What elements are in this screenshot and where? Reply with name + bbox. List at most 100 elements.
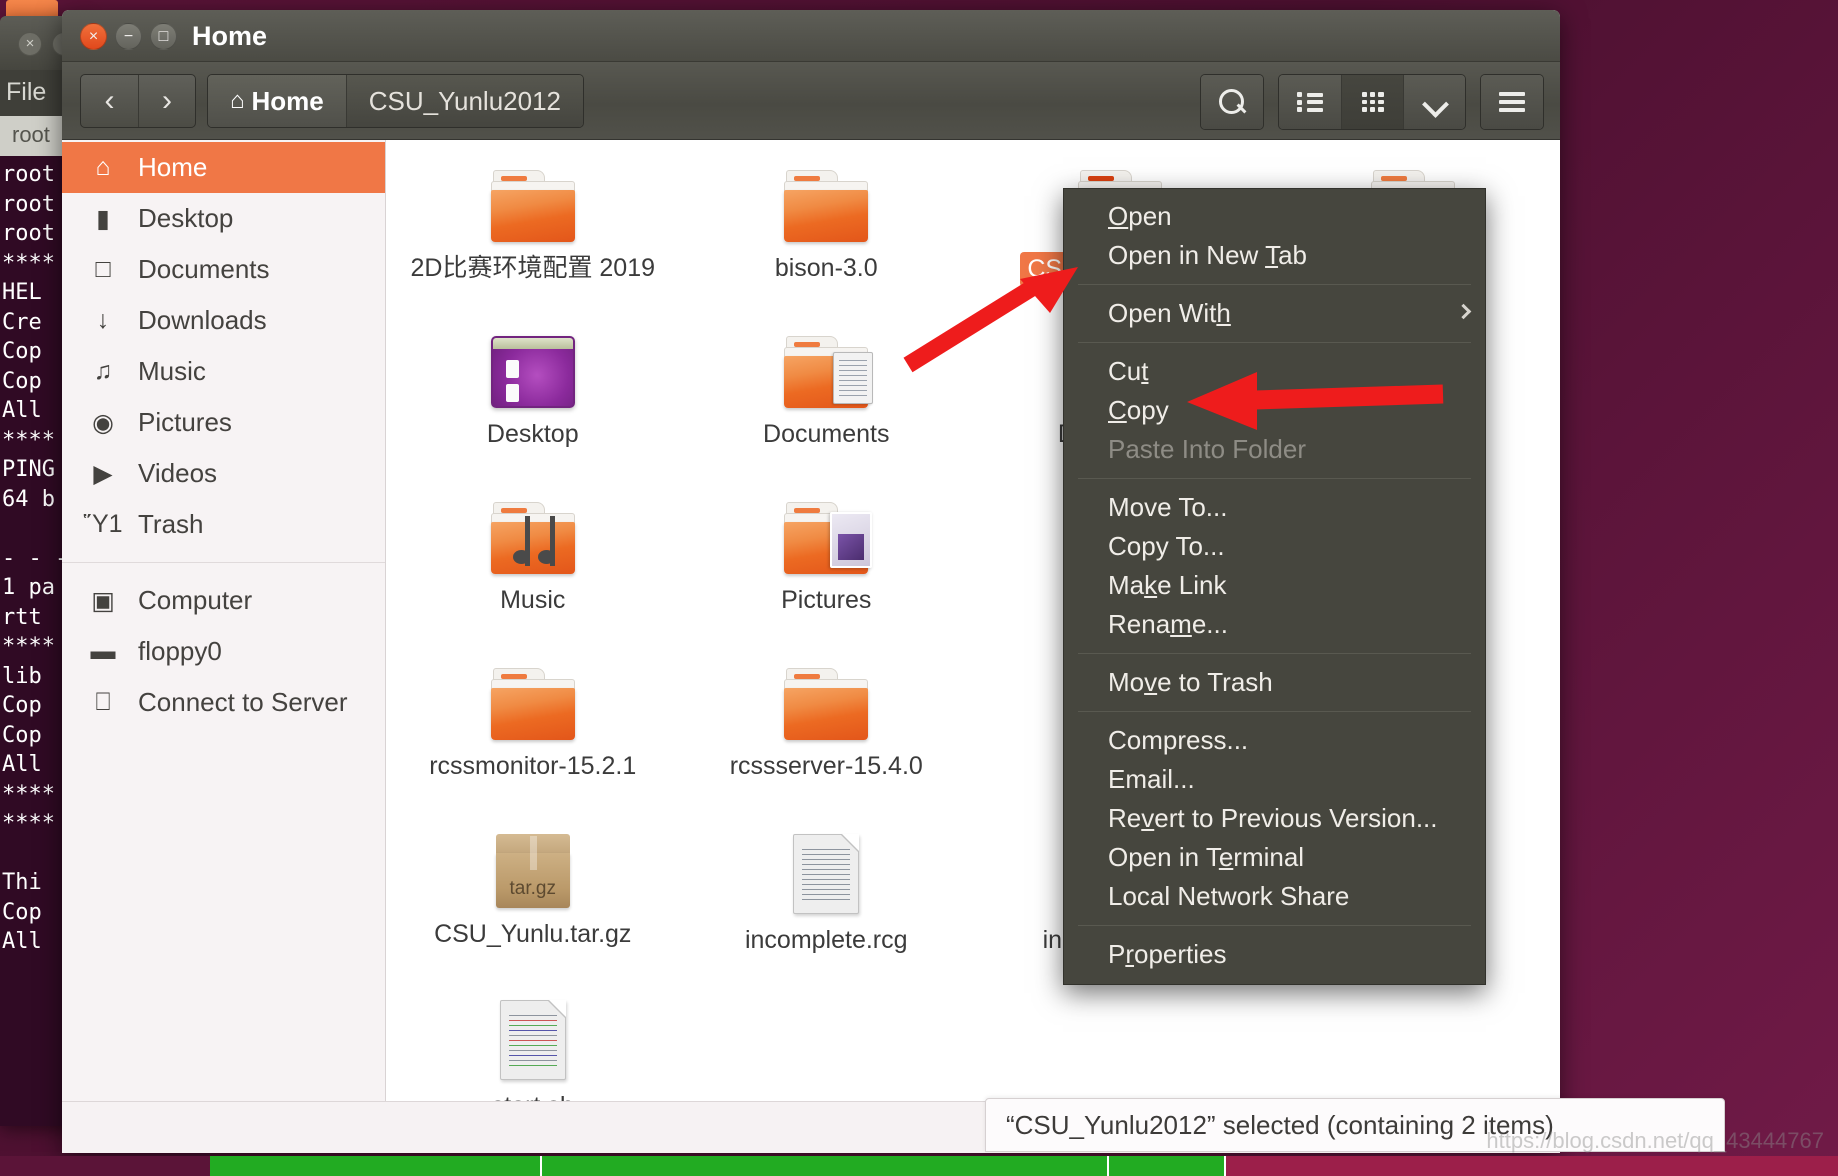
file-item[interactable]: Documents: [680, 328, 974, 480]
sidebar-item-label: Documents: [138, 254, 270, 284]
window-maximize-button[interactable]: □: [150, 23, 177, 50]
taskbar-strips: [0, 1156, 1838, 1176]
menu-item-copy[interactable]: Copy: [1064, 391, 1485, 430]
home-icon: ⌂: [95, 153, 111, 181]
grid-icon: [1361, 92, 1384, 112]
search-button[interactable]: [1201, 75, 1263, 129]
menu-item-email[interactable]: Email...: [1064, 760, 1485, 799]
file-item[interactable]: Desktop: [386, 328, 680, 480]
list-view-button[interactable]: [1279, 75, 1341, 129]
file-item[interactable]: bison-3.0: [680, 162, 974, 314]
file-item[interactable]: Pictures: [680, 494, 974, 646]
terminal-close-button[interactable]: ×: [18, 32, 42, 56]
toolbar-right-buttons: [1200, 74, 1544, 130]
file-item[interactable]: tar.gz CSU_Yunlu.tar.gz: [386, 826, 680, 978]
archive-icon: tar.gz: [492, 834, 574, 908]
sidebar-item-videos[interactable]: ▶ Videos: [62, 448, 385, 499]
view-options-button[interactable]: [1403, 75, 1465, 129]
folder-icon: [490, 668, 575, 740]
menu-item-revert-to-previous-version[interactable]: Revert to Previous Version...: [1064, 799, 1485, 838]
file-name-label: incomplete.rcg: [744, 926, 908, 954]
sidebar-item-label: Music: [138, 356, 206, 386]
folder-icon: [490, 170, 575, 242]
menu-separator: [1078, 711, 1471, 712]
sidebar-item-music[interactable]: ♫ Music: [62, 346, 385, 397]
sidebar-item-trash[interactable]: Ὕ1 Trash: [62, 499, 385, 550]
menu-item-label: Open in New Tab: [1108, 240, 1307, 270]
sidebar-item-label: Videos: [138, 458, 218, 488]
server-icon: ⎕: [95, 688, 111, 716]
taskbar-strip-green-3[interactable]: [1109, 1156, 1224, 1176]
taskbar-strip-left: [0, 1156, 210, 1176]
file-item[interactable]: rcssmonitor-15.2.1: [386, 660, 680, 812]
menu-separator: [1078, 653, 1471, 654]
menu-item-compress[interactable]: Compress...: [1064, 721, 1485, 760]
menu-item-label: Make Link: [1108, 570, 1227, 600]
breadcrumb-item-csu-yunlu2012[interactable]: CSU_Yunlu2012: [346, 75, 584, 127]
breadcrumb-label: Home: [251, 85, 324, 116]
home-icon: ⌂: [230, 87, 245, 114]
window-close-button[interactable]: ×: [80, 23, 107, 50]
document-icon: [793, 834, 860, 914]
list-icon: [1297, 92, 1323, 112]
menu-item-open-in-terminal[interactable]: Open in Terminal: [1064, 838, 1485, 877]
file-item[interactable]: Music: [386, 494, 680, 646]
menu-item-copy-to[interactable]: Copy To...: [1064, 527, 1485, 566]
file-item[interactable]: 2D比赛环境配置 2019: [386, 162, 680, 314]
context-menu: Open Open in New Tab Open With Cut Copy Paste…: [1063, 188, 1486, 985]
window-minimize-button[interactable]: −: [115, 23, 142, 50]
menu-item-open-in-new-tab[interactable]: Open in New Tab: [1064, 236, 1485, 275]
folder-icon: [784, 668, 869, 740]
menu-item-label: Copy: [1108, 395, 1169, 425]
menu-item-paste-into-folder: Paste Into Folder: [1064, 430, 1485, 469]
sidebar-item-downloads[interactable]: ↓ Downloads: [62, 295, 385, 346]
sidebar-item-floppy0[interactable]: ▬ floppy0: [62, 626, 385, 677]
view-group: [1278, 74, 1466, 130]
sidebar-item-desktop[interactable]: ▮ Desktop: [62, 193, 385, 244]
menu-separator: [1078, 478, 1471, 479]
menu-item-open-with[interactable]: Open With: [1064, 294, 1485, 333]
forward-button[interactable]: ›: [138, 75, 195, 127]
menu-item-move-to[interactable]: Move To...: [1064, 488, 1485, 527]
file-name-label: Pictures: [781, 586, 872, 614]
taskbar-strip-green-1[interactable]: [210, 1156, 540, 1176]
sidebar-item-documents[interactable]: □ Documents: [62, 244, 385, 295]
menu-button[interactable]: [1481, 75, 1543, 129]
menu-item-label: Properties: [1108, 939, 1227, 969]
menu-item-label: Cut: [1108, 356, 1149, 386]
menu-item-cut[interactable]: Cut: [1064, 352, 1485, 391]
music-icon: ♫: [93, 357, 113, 385]
menu-item-rename[interactable]: Rename...: [1064, 605, 1485, 644]
camera-icon: ◉: [92, 408, 114, 437]
menu-item-move-to-trash[interactable]: Move to Trash: [1064, 663, 1485, 702]
file-item[interactable]: incomplete.rcg: [680, 826, 974, 978]
menu-item-label: Move To...: [1108, 492, 1228, 522]
folder-icon: [490, 502, 575, 574]
music-overlay-icon: [512, 516, 561, 570]
window-titlebar: × − □ Home: [62, 10, 1560, 62]
menu-item-local-network-share[interactable]: Local Network Share: [1064, 877, 1485, 916]
search-group: [1200, 74, 1264, 130]
menu-item-open[interactable]: Open: [1064, 197, 1485, 236]
download-icon: ↓: [96, 306, 110, 334]
picture-overlay-icon: [830, 512, 873, 568]
menu-separator: [1078, 342, 1471, 343]
menu-item-properties[interactable]: Properties: [1064, 935, 1485, 974]
sidebar-item-connect-to-server[interactable]: ⎕ Connect to Server: [62, 677, 385, 728]
menu-item-make-link[interactable]: Make Link: [1064, 566, 1485, 605]
grid-view-button[interactable]: [1341, 75, 1403, 129]
sidebar-item-computer[interactable]: ▣ Computer: [62, 575, 385, 626]
back-button[interactable]: ‹: [81, 75, 138, 127]
breadcrumb-item-home[interactable]: ⌂ Home: [208, 75, 347, 127]
sidebar-item-home[interactable]: ⌂ Home: [62, 142, 385, 193]
folder-icon: [784, 502, 873, 574]
taskbar-strip-red[interactable]: [1226, 1156, 1838, 1176]
sidebar-item-label: Desktop: [138, 203, 234, 233]
sidebar-item-pictures[interactable]: ◉ Pictures: [62, 397, 385, 448]
taskbar-strip-green-2[interactable]: [542, 1156, 1107, 1176]
document-icon: □: [95, 255, 111, 283]
file-name-label: rcssserver-15.4.0: [729, 752, 923, 780]
breadcrumb: ⌂ Home CSU_Yunlu2012: [207, 74, 585, 128]
sidebar-item-label: Pictures: [138, 407, 232, 437]
file-item[interactable]: rcssserver-15.4.0: [680, 660, 974, 812]
